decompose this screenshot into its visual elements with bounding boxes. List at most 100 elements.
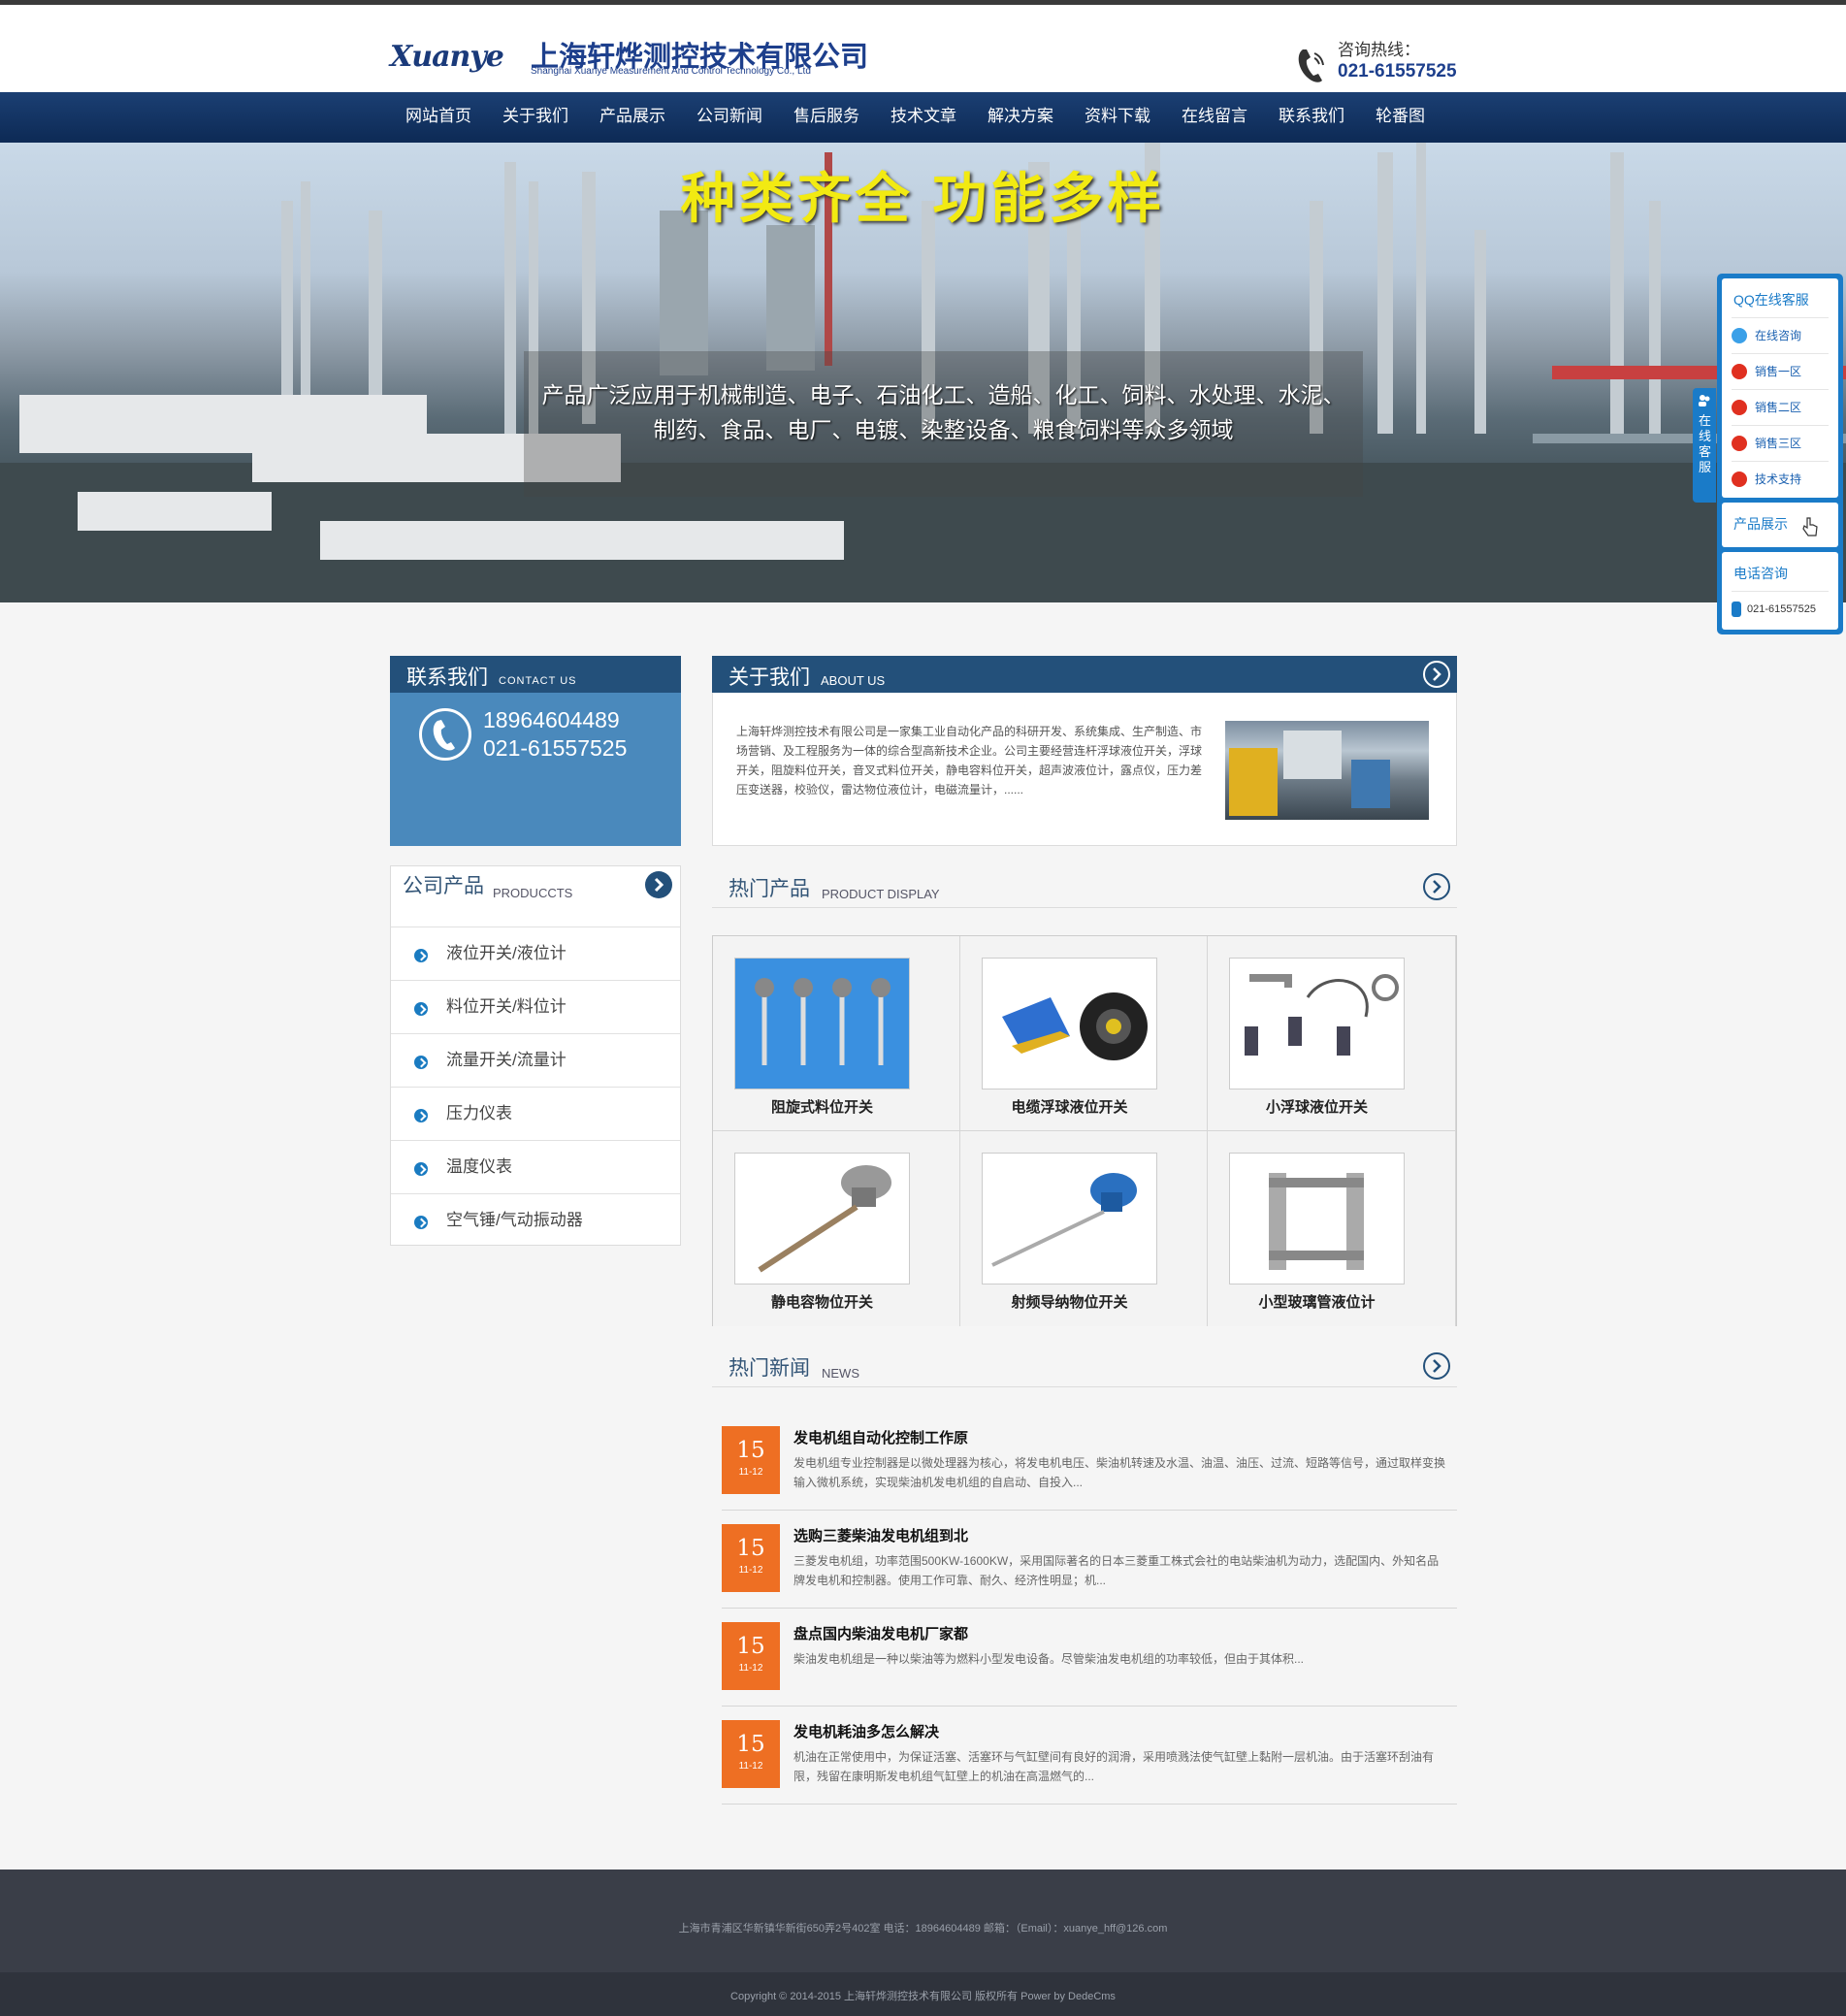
site-logo[interactable]: Xuanye 上海轩烨测控技术有限公司 Shanghai Xuanye Meas… xyxy=(390,34,875,82)
product-menu-item[interactable]: 液位开关/液位计 xyxy=(391,927,680,980)
news-summary: 发电机组专业控制器是以微处理器为核心，将发电机电压、柴油机转速及水温、油温、油压… xyxy=(793,1456,1446,1489)
product-name: 阻旋式料位开关 xyxy=(770,1099,873,1116)
news-item[interactable]: 15 11-12 选购三菱柴油发电机组到北 三菱发电机组，功率范围500KW-16… xyxy=(722,1511,1457,1609)
news-headline[interactable]: 发电机耗油多怎么解决 xyxy=(793,1721,939,1741)
qq-penguin-icon xyxy=(1732,436,1747,451)
product-menu-item[interactable]: 空气锤/气动振动器 xyxy=(391,1193,680,1247)
hotline-number: 021-61557525 xyxy=(1338,61,1457,81)
side-service-tab[interactable]: 在线客服 xyxy=(1693,388,1716,503)
contact-box: 联系我们 CONTACT US 18964604489 021-61557525 xyxy=(390,656,681,846)
news-item[interactable]: 15 11-12 发电机耗油多怎么解决 机油在正常使用中，为保证活塞、活塞环与气缸… xyxy=(722,1707,1457,1805)
copyright-bar: Copyright © 2014-2015 上海轩烨测控技术有限公司 版权所有 … xyxy=(0,1972,1846,2016)
qq-service-box: QQ在线客服 在线咨询 销售一区 销售二区 销售三区 技术支持 xyxy=(1722,278,1838,498)
product-card[interactable]: 小浮球液位开关 xyxy=(1208,936,1456,1131)
side-product-box[interactable]: 产品展示 xyxy=(1722,503,1838,547)
footer: 上海市青浦区华新镇华新街650弄2号402室 电话：18964604489 邮箱… xyxy=(0,1870,1846,1972)
nav-about[interactable]: 关于我们 xyxy=(487,92,584,143)
capacitive-level-switch-icon xyxy=(734,1153,910,1284)
product-menu-item[interactable]: 料位开关/料位计 xyxy=(391,980,680,1033)
cable-float-switch-icon xyxy=(982,958,1157,1089)
product-menu-item[interactable]: 流量开关/流量计 xyxy=(391,1033,680,1087)
nav-downloads[interactable]: 资料下载 xyxy=(1069,92,1166,143)
logo-mark: Xuanye xyxy=(390,40,504,74)
qq-sales-3[interactable]: 销售三区 xyxy=(1732,425,1829,461)
qq-online-consult[interactable]: 在线咨询 xyxy=(1732,317,1829,353)
company-name-en: Shanghai Xuanye Measurement And Control … xyxy=(531,66,811,77)
footer-address: 上海市青浦区华新镇华新街650弄2号402室 电话：18964604489 邮箱… xyxy=(678,1923,1168,1935)
product-card[interactable]: 电缆浮球液位开关 xyxy=(960,936,1208,1131)
news-date-badge: 15 11-12 xyxy=(722,1426,780,1494)
arrow-bullet-icon xyxy=(414,1056,428,1069)
arrow-bullet-icon xyxy=(414,1002,428,1016)
news-headline[interactable]: 盘点国内柴油发电机厂家都 xyxy=(793,1623,968,1643)
factory-photo[interactable] xyxy=(1225,721,1429,820)
qq-penguin-icon xyxy=(1732,471,1747,487)
banner-title: 种类齐全 功能多样 xyxy=(680,168,1166,229)
copyright-text: Copyright © 2014-2015 上海轩烨测控技术有限公司 版权所有 … xyxy=(730,1991,1116,2002)
qq-tech-support[interactable]: 技术支持 xyxy=(1732,461,1829,497)
news-title: 热门新闻 xyxy=(729,1357,810,1380)
news-date-badge: 15 11-12 xyxy=(722,1622,780,1690)
news-more-icon[interactable] xyxy=(1423,1352,1450,1380)
side-phone-number[interactable]: 021-61557525 xyxy=(1732,591,1829,627)
news-date-badge: 15 11-12 xyxy=(722,1524,780,1592)
qq-sales-1[interactable]: 销售一区 xyxy=(1732,353,1829,389)
contact-phone: 021-61557525 xyxy=(483,735,628,761)
product-grid: 阻旋式料位开关 电缆浮球液位开关 小浮球液位开关 静电容物位开关 射频导纳物位开… xyxy=(712,935,1457,1326)
main-nav: 网站首页 关于我们 产品展示 公司新闻 售后服务 技术文章 解决方案 资料下载 … xyxy=(0,92,1846,143)
nav-articles[interactable]: 技术文章 xyxy=(875,92,972,143)
nav-contact[interactable]: 联系我们 xyxy=(1263,92,1360,143)
product-menu-item[interactable]: 压力仪表 xyxy=(391,1087,680,1140)
contact-mobile: 18964604489 xyxy=(483,707,620,732)
news-summary: 机油在正常使用中，为保证活塞、活塞环与气缸壁间有良好的润滑，采用喷溅法使气缸壁上… xyxy=(793,1750,1435,1783)
side-phone-title: 电话咨询 xyxy=(1733,566,1788,581)
glass-tube-gauge-icon xyxy=(1229,1153,1405,1284)
nav-service[interactable]: 售后服务 xyxy=(778,92,875,143)
rf-admittance-switch-icon xyxy=(982,1153,1157,1284)
nav-news[interactable]: 公司新闻 xyxy=(681,92,778,143)
about-title-en: ABOUT US xyxy=(821,673,886,688)
contact-header: 联系我们 CONTACT US xyxy=(390,656,681,693)
banner-subtitle-line1: 产品广泛应用于机械制造、电子、石油化工、造船、化工、饲料、水处理、水泥、 xyxy=(541,382,1345,407)
qq-penguin-icon xyxy=(1732,400,1747,415)
nav-home[interactable]: 网站首页 xyxy=(390,92,487,143)
chat-icon xyxy=(1732,328,1747,343)
nav-carousel[interactable]: 轮番图 xyxy=(1360,92,1441,143)
about-title: 关于我们 xyxy=(729,667,810,689)
product-card[interactable]: 小型玻璃管液位计 xyxy=(1208,1131,1456,1326)
banner-subtitle-line2: 制药、食品、电厂、电镀、染整设备、粮食饲料等众多领域 xyxy=(653,417,1234,442)
product-card[interactable]: 射频导纳物位开关 xyxy=(960,1131,1208,1326)
banner-subtitle: 产品广泛应用于机械制造、电子、石油化工、造船、化工、饲料、水处理、水泥、 制药、… xyxy=(524,377,1363,447)
hot-products-header: 热门产品 PRODUCT DISPLAY xyxy=(712,865,1457,908)
hotline-label: 咨询热线： xyxy=(1338,41,1420,59)
side-service-panel: QQ在线客服 在线咨询 销售一区 销售二区 销售三区 技术支持 产品展示 电话咨… xyxy=(1717,274,1843,634)
news-header: 热门新闻 NEWS xyxy=(712,1345,1457,1387)
phone-circle-icon xyxy=(419,708,471,761)
about-body: 上海轩烨测控技术有限公司是一家集工业自动化产品的科研开发、系统集成、生产制造、市… xyxy=(712,693,1457,846)
people-icon xyxy=(1699,395,1710,406)
side-phone-box: 电话咨询 021-61557525 xyxy=(1722,552,1838,630)
product-card[interactable]: 阻旋式料位开关 xyxy=(713,936,960,1131)
product-menu: 公司产品 PRODUCCTS 液位开关/液位计 料位开关/料位计 流量开关/流量… xyxy=(390,865,681,1246)
nav-message[interactable]: 在线留言 xyxy=(1166,92,1263,143)
about-more-icon[interactable] xyxy=(1423,661,1450,688)
nav-solutions[interactable]: 解决方案 xyxy=(972,92,1069,143)
news-item[interactable]: 15 11-12 盘点国内柴油发电机厂家都 柴油发电机组是一种以柴油等为燃料小型发… xyxy=(722,1609,1457,1707)
hot-products-title: 热门产品 xyxy=(729,878,810,900)
product-menu-title: 公司产品 xyxy=(403,875,484,897)
qq-penguin-icon xyxy=(1732,364,1747,379)
news-headline[interactable]: 选购三菱柴油发电机组到北 xyxy=(793,1525,968,1545)
news-headline[interactable]: 发电机组自动化控制工作原 xyxy=(793,1427,968,1447)
product-card[interactable]: 静电容物位开关 xyxy=(713,1131,960,1326)
qq-sales-2[interactable]: 销售二区 xyxy=(1732,389,1829,425)
products-more-icon[interactable] xyxy=(1423,873,1450,900)
news-item[interactable]: 15 11-12 发电机组自动化控制工作原 发电机组专业控制器是以微处理器为核心，… xyxy=(722,1413,1457,1511)
qq-service-title: QQ在线客服 xyxy=(1733,292,1809,308)
nav-products[interactable]: 产品展示 xyxy=(584,92,681,143)
product-name: 小浮球液位开关 xyxy=(1265,1099,1368,1116)
product-menu-item[interactable]: 温度仪表 xyxy=(391,1140,680,1193)
more-arrow-icon[interactable] xyxy=(645,871,672,898)
site-header: Xuanye 上海轩烨测控技术有限公司 Shanghai Xuanye Meas… xyxy=(0,5,1846,92)
news-summary: 柴油发电机组是一种以柴油等为燃料小型发电设备。尽管柴油发电机组的功率较低，但由于… xyxy=(793,1652,1305,1666)
news-date-badge: 15 11-12 xyxy=(722,1720,780,1788)
